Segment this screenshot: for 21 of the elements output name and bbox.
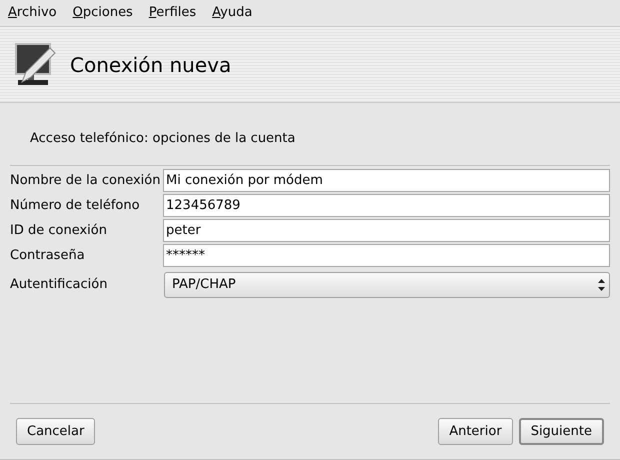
menu-item[interactable]: Ayuda: [212, 3, 252, 23]
text-field[interactable]: Mi conexión por módem: [163, 169, 610, 192]
text-field[interactable]: 123456789: [163, 194, 610, 217]
menu-item[interactable]: Archivo: [8, 3, 57, 23]
field-label: Contraseña: [10, 246, 86, 265]
section-subtitle: Acceso telefónico: opciones de la cuenta: [30, 131, 296, 146]
authentication-dropdown[interactable]: PAP/CHAP: [164, 272, 610, 298]
field-label: ID de conexión: [10, 222, 108, 240]
dialog-button[interactable]: Siguiente: [518, 418, 604, 445]
monitor-pencil-icon: [14, 42, 56, 88]
dialog-button[interactable]: Anterior: [438, 418, 513, 445]
field-label: Número de teléfono: [10, 196, 141, 215]
field-label: Nombre de la conexión: [10, 172, 162, 190]
menu-item[interactable]: Perfiles: [148, 3, 196, 23]
dialog-button[interactable]: Cancelar: [16, 418, 96, 445]
field-label: Autentificación: [10, 276, 108, 294]
text-field[interactable]: ******: [163, 244, 610, 267]
header-title: Conexión nueva: [70, 52, 232, 78]
menu-item[interactable]: Opciones: [72, 3, 133, 23]
text-field[interactable]: peter: [163, 219, 610, 242]
spinner-arrows-icon: [597, 278, 606, 292]
